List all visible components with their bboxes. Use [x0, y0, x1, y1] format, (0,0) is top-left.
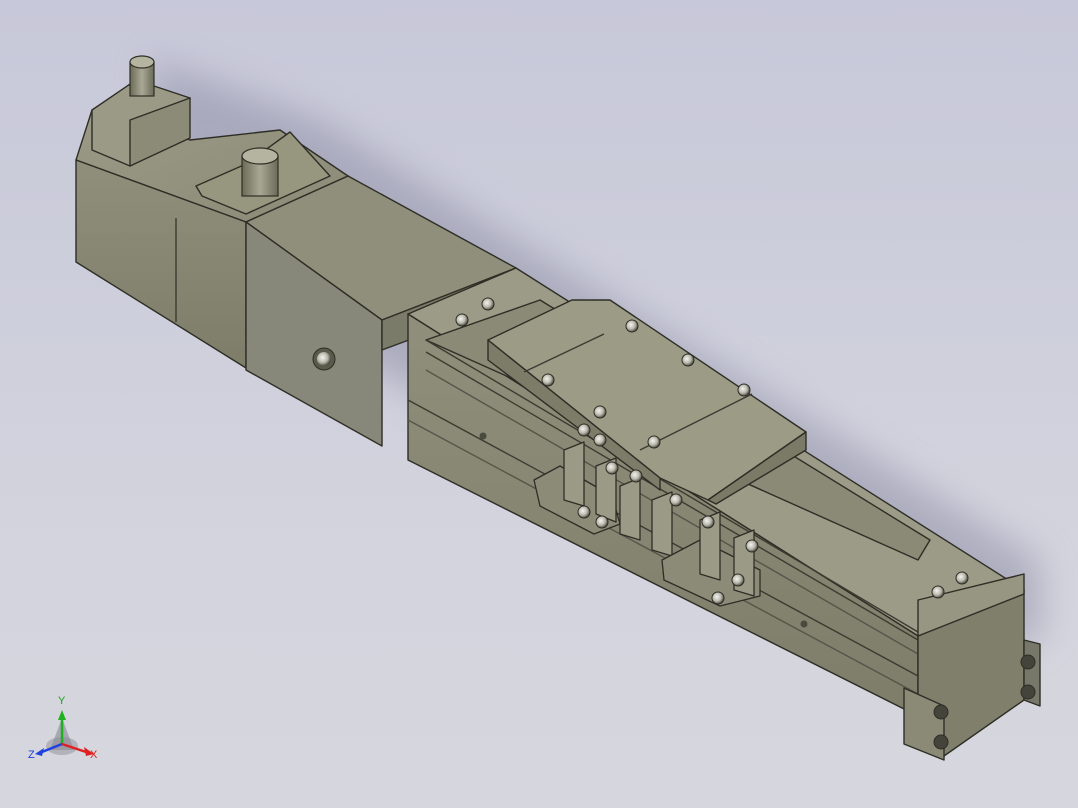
end-block[interactable]: [903, 573, 1041, 761]
y-axis-label: Y: [58, 695, 66, 707]
y-axis-arrow-icon: [58, 710, 66, 720]
coordinate-triad[interactable]: Y X Z: [26, 692, 106, 772]
x-axis-label: X: [90, 749, 98, 761]
actuator-model[interactable]: [0, 0, 1078, 808]
connector-pin-rear[interactable]: [129, 55, 155, 97]
z-axis-arrow-icon: [35, 748, 44, 756]
cad-viewport[interactable]: Y X Z: [0, 0, 1078, 808]
connector-pin-front[interactable]: [241, 147, 279, 197]
motor-screw: [312, 347, 336, 371]
z-axis-label: Z: [28, 749, 35, 761]
